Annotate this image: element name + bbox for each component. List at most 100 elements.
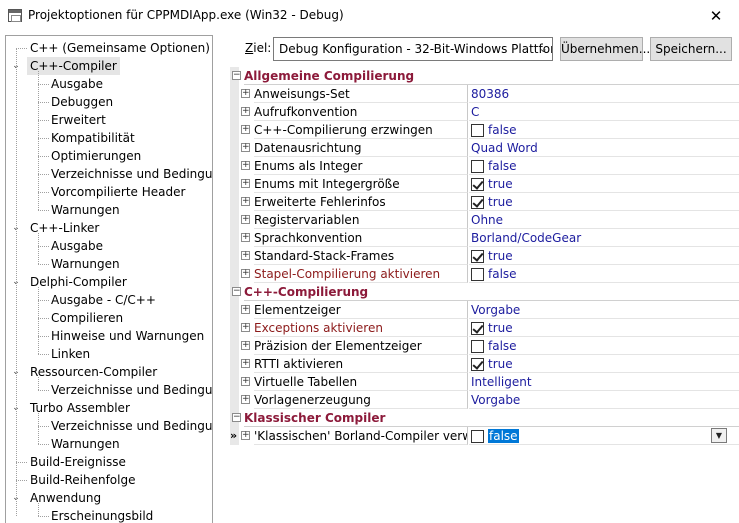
expand-icon[interactable]: + [241, 341, 250, 350]
checkbox-unchecked[interactable] [471, 430, 484, 443]
tree-leaf[interactable]: Verzeichnisse und Bedingungen [51, 381, 212, 399]
checkbox-checked[interactable] [471, 196, 484, 209]
expand-icon[interactable]: + [241, 197, 250, 206]
tree-node[interactable]: C++ (Gemeinsame Optionen) [30, 39, 210, 57]
property-row[interactable]: + Erweiterte Fehlerinfos true [230, 193, 739, 211]
expand-icon[interactable]: + [241, 305, 250, 314]
tree-leaf[interactable]: Verzeichnisse und Bedingungen [51, 165, 212, 183]
property-value[interactable]: false [469, 121, 739, 139]
expand-icon[interactable]: + [241, 395, 250, 404]
tree-leaf[interactable]: Warnungen [51, 255, 120, 273]
apply-button[interactable]: Übernehmen... [560, 37, 650, 61]
expand-icon[interactable]: + [241, 359, 250, 368]
property-row[interactable]: + RTTI aktivieren true [230, 355, 739, 373]
property-row[interactable]: + Vorlagenerzeugung Vorgabe [230, 391, 739, 409]
property-value[interactable]: true [469, 193, 739, 211]
checkbox-checked[interactable] [471, 358, 484, 371]
tree-leaf[interactable]: Erweitert [51, 111, 106, 129]
collapse-icon[interactable]: − [232, 413, 241, 422]
tree-leaf[interactable]: Kompatibilität [51, 129, 135, 147]
expand-icon[interactable]: + [241, 125, 250, 134]
property-row[interactable]: + Präzision der Elementzeiger false [230, 337, 739, 355]
tree-leaf[interactable]: Debuggen [51, 93, 113, 111]
property-row[interactable]: + Virtuelle Tabellen Intelligent [230, 373, 739, 391]
tree-leaf[interactable]: Compilieren [51, 309, 123, 327]
tree-leaf[interactable]: Ausgabe [51, 75, 103, 93]
expand-icon[interactable]: + [241, 233, 250, 242]
collapse-icon[interactable]: − [232, 71, 241, 80]
tree-leaf[interactable]: Vorcompilierte Header [51, 183, 185, 201]
expand-icon[interactable]: + [241, 269, 250, 278]
expand-icon[interactable]: + [241, 179, 250, 188]
property-value[interactable]: true [469, 175, 739, 193]
category-row[interactable]: − C++-Compilierung [230, 283, 739, 301]
expand-icon[interactable]: + [241, 89, 250, 98]
property-value[interactable]: Vorgabe [469, 301, 739, 319]
dropdown-arrow-icon[interactable]: ▼ [711, 428, 727, 443]
property-row[interactable]: + Sprachkonvention Borland/CodeGear [230, 229, 739, 247]
property-value[interactable]: Quad Word [469, 139, 739, 157]
target-select[interactable]: Debug Konfiguration - 32-Bit-Windows Pla… [273, 37, 553, 61]
property-row[interactable]: + Registervariablen Ohne [230, 211, 739, 229]
expand-icon[interactable]: + [241, 215, 250, 224]
tree-leaf[interactable]: Ausgabe - C/C++ [51, 291, 156, 309]
property-value[interactable]: Intelligent [469, 373, 739, 391]
tree-node[interactable]: Ressourcen-Compiler [30, 363, 157, 381]
property-row[interactable]: +'Klassischen' Borland-Compiler verwendf… [230, 427, 739, 445]
expand-icon[interactable]: + [241, 323, 250, 332]
property-row[interactable]: + Datenausrichtung Quad Word [230, 139, 739, 157]
property-row[interactable]: + Stapel-Compilierung aktivieren false [230, 265, 739, 283]
options-tree[interactable]: C++ (Gemeinsame Optionen) C++-Compiler ⌄ Au… [5, 35, 213, 523]
property-value[interactable]: Ohne [469, 211, 739, 229]
tree-leaf[interactable]: Warnungen [51, 201, 120, 219]
close-button[interactable]: ✕ [693, 0, 739, 31]
property-row[interactable]: + Exceptions aktivieren true [230, 319, 739, 337]
expand-icon[interactable]: + [241, 251, 250, 260]
expand-icon[interactable]: + [241, 143, 250, 152]
tree-node[interactable]: Build-Reihenfolge [30, 471, 135, 489]
tree-node[interactable]: Delphi-Compiler [30, 273, 127, 291]
tree-leaf[interactable]: Hinweise und Warnungen [51, 327, 204, 345]
checkbox-unchecked[interactable] [471, 268, 484, 281]
tree-node[interactable]: Turbo Assembler [30, 399, 130, 417]
tree-leaf[interactable]: Verzeichnisse und Bedingungen [51, 417, 212, 435]
category-row[interactable]: − Klassischer Compiler [230, 409, 739, 427]
tree-node[interactable]: C++-Compiler [27, 57, 120, 75]
tree-leaf[interactable]: Ausgabe [51, 237, 103, 255]
property-value[interactable]: true [469, 355, 739, 373]
property-value[interactable]: false [469, 157, 739, 175]
property-value[interactable]: false ▼ [469, 427, 739, 445]
property-value[interactable]: true [469, 319, 739, 337]
property-value[interactable]: false [469, 337, 739, 355]
collapse-icon[interactable]: − [232, 287, 241, 296]
tree-leaf[interactable]: Erscheinungsbild [51, 507, 153, 523]
category-row[interactable]: − Allgemeine Compilierung [230, 67, 739, 85]
tree-node[interactable]: Anwendung [30, 489, 101, 507]
property-row[interactable]: + Standard-Stack-Frames true [230, 247, 739, 265]
property-grid[interactable]: − Allgemeine Compilierung + Anweisungs-Set 8… [230, 67, 739, 523]
checkbox-unchecked[interactable] [471, 340, 484, 353]
property-value[interactable]: 80386 [469, 85, 739, 103]
checkbox-checked[interactable] [471, 322, 484, 335]
save-button[interactable]: Speichern... [650, 37, 732, 61]
tree-leaf[interactable]: Optimierungen [51, 147, 141, 165]
expand-icon[interactable]: + [241, 107, 250, 116]
tree-leaf[interactable]: Linken [51, 345, 90, 363]
property-row[interactable]: + Anweisungs-Set 80386 [230, 85, 739, 103]
property-row[interactable]: + Aufrufkonvention C [230, 103, 739, 121]
property-row[interactable]: + Enums als Integer false [230, 157, 739, 175]
property-value[interactable]: Borland/CodeGear [469, 229, 739, 247]
tree-node[interactable]: C++-Linker [30, 219, 99, 237]
property-value[interactable]: true [469, 247, 739, 265]
property-value[interactable]: false [469, 265, 739, 283]
checkbox-checked[interactable] [471, 178, 484, 191]
property-row[interactable]: + C++-Compilierung erzwingen false [230, 121, 739, 139]
tree-node[interactable]: Build-Ereignisse [30, 453, 126, 471]
property-value[interactable]: Vorgabe [469, 391, 739, 409]
checkbox-unchecked[interactable] [471, 160, 484, 173]
property-row[interactable]: + Enums mit Integergröße true [230, 175, 739, 193]
expand-icon[interactable]: + [241, 431, 250, 440]
checkbox-checked[interactable] [471, 250, 484, 263]
expand-icon[interactable]: + [241, 377, 250, 386]
expand-icon[interactable]: + [241, 161, 250, 170]
